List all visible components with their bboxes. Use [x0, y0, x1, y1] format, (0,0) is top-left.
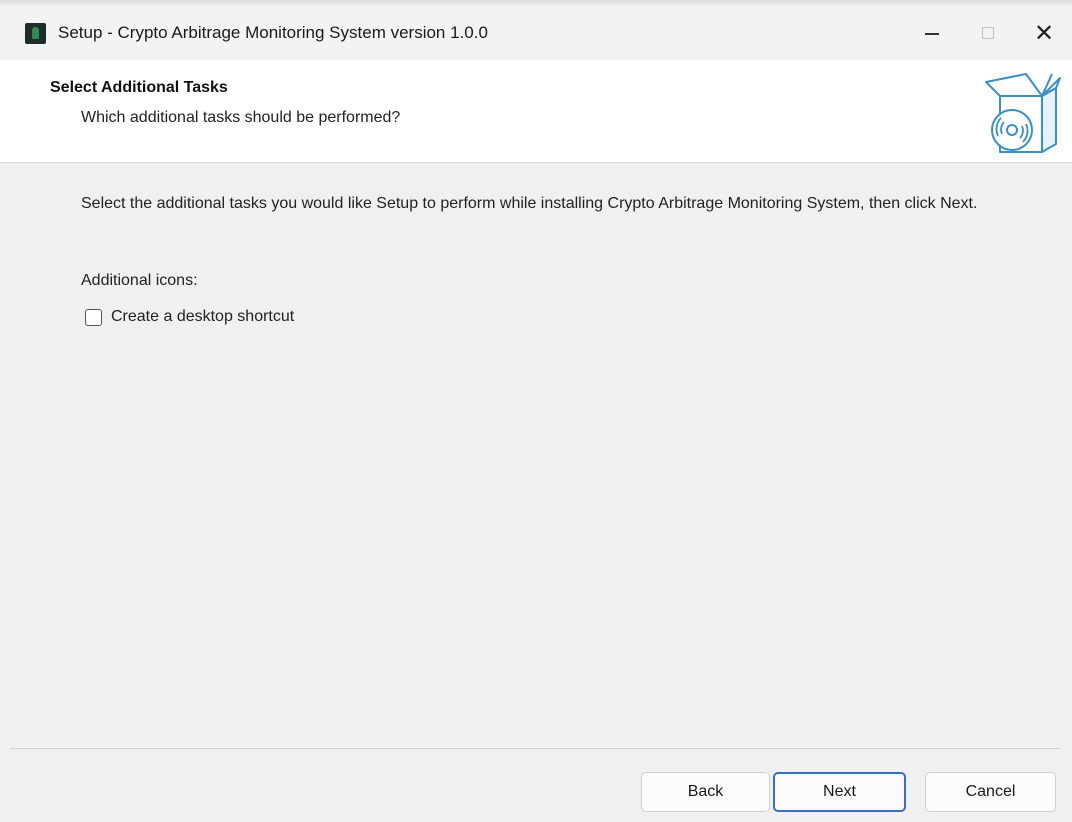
setup-window: Setup - Crypto Arbitrage Monitoring Syst… — [0, 0, 1072, 822]
wizard-header: Select Additional Tasks Which additional… — [0, 60, 1072, 163]
wizard-footer: Back Next Cancel — [0, 749, 1072, 822]
page-title: Select Additional Tasks — [50, 79, 228, 96]
window-title: Setup - Crypto Arbitrage Monitoring Syst… — [58, 23, 488, 42]
cancel-button[interactable]: Cancel — [925, 772, 1056, 812]
instructions-text: Select the additional tasks you would li… — [81, 195, 978, 212]
close-button[interactable]: ✕ — [1016, 6, 1072, 60]
back-button[interactable]: Back — [641, 772, 770, 812]
desktop-shortcut-checkbox[interactable] — [85, 308, 102, 326]
maximize-icon — [982, 27, 994, 39]
next-button[interactable]: Next — [773, 772, 906, 812]
desktop-shortcut-label[interactable]: Create a desktop shortcut — [111, 308, 294, 326]
maximize-button[interactable] — [960, 6, 1016, 60]
app-icon — [25, 22, 46, 44]
minimize-icon — [925, 33, 939, 35]
title-bar[interactable]: Setup - Crypto Arbitrage Monitoring Syst… — [0, 6, 1072, 60]
close-icon: ✕ — [1033, 19, 1055, 47]
page-subtitle: Which additional tasks should be perform… — [81, 109, 401, 126]
minimize-button[interactable] — [904, 6, 960, 60]
setup-box-icon — [985, 73, 1061, 153]
wizard-body: Select the additional tasks you would li… — [0, 163, 1072, 748]
desktop-shortcut-option[interactable]: Create a desktop shortcut — [85, 308, 294, 326]
window-controls: ✕ — [904, 6, 1072, 60]
additional-icons-label: Additional icons: — [81, 272, 198, 289]
